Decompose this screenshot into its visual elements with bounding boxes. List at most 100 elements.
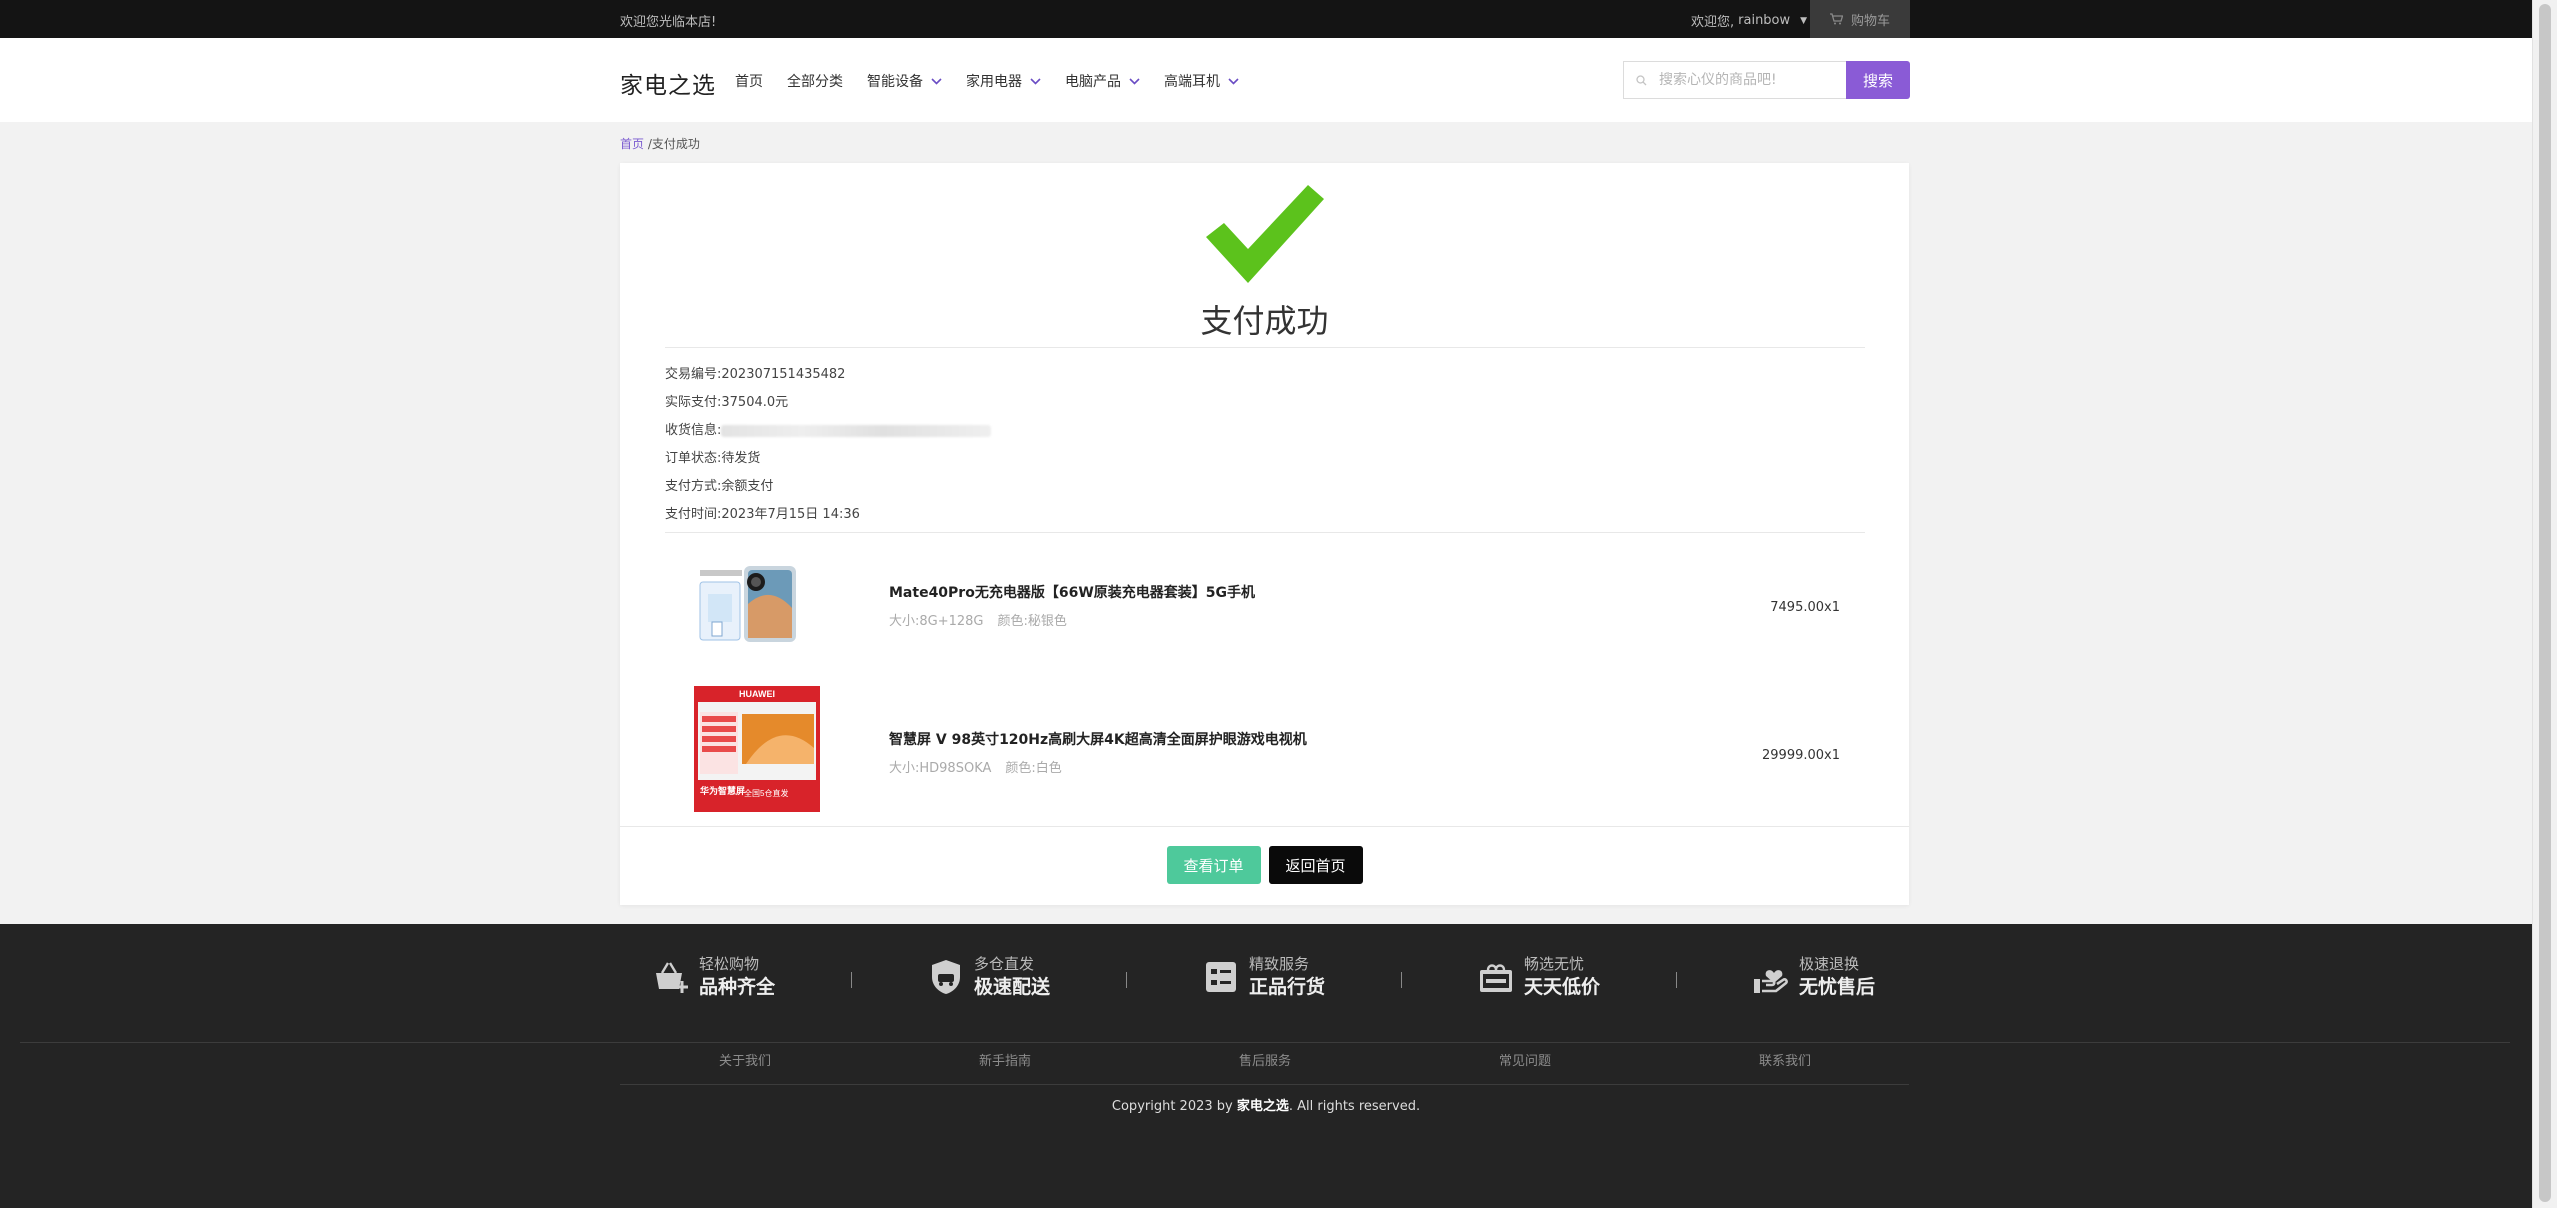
product-name[interactable]: 智慧屏 V 98英寸120Hz高刷大屏4K超高清全面屏护眼游戏电视机 [889,729,1307,749]
back-home-button[interactable]: 返回首页 [1268,846,1363,884]
nav-label: 首页 [735,74,763,90]
site-logo[interactable]: 家电之选 [620,66,716,100]
nav-label: 家用电器 [966,74,1022,90]
order-item: Mate40Pro无充电器版【66W原装充电器套装】5G手机 大小:8G+128… [665,562,1865,652]
search-bar: 搜索 [1623,61,1910,99]
vertical-scrollbar[interactable] [2532,0,2557,1208]
search-icon [1636,74,1647,85]
search-field[interactable] [1623,61,1846,99]
cart-label: 购物车 [1850,13,1890,29]
nav-label: 电脑产品 [1065,74,1121,90]
product-price: 7495.00x1 [1770,600,1840,615]
product-price: 29999.00x1 [1762,748,1840,763]
list-icon [1201,957,1241,997]
user-menu[interactable]: 欢迎您, rainbow ▼ [1691,11,1807,30]
order-item: HUAWEI 华为智慧屏 全国5仓直发 智慧屏 V 98英寸120Hz高刷大屏4… [665,686,1865,812]
footer-link-about[interactable]: 关于我们 [719,1050,771,1069]
product-color: 颜色:秘银色 [997,614,1067,629]
main-nav: 首页 全部分类 智能设备 家用电器 电脑产品 高端耳机 [735,71,1263,91]
feature-small: 轻松购物 [699,955,760,973]
thumb-caption-text: 全国5仓直发 [744,788,788,798]
feature-small: 多仓直发 [974,955,1035,973]
action-buttons: 查看订单 返回首页 [620,846,1909,884]
success-title: 支付成功 [1200,302,1329,340]
feature-item: 精致服务 正品行货 [1201,954,1325,1000]
feature-item: 畅选无忧 天天低价 [1476,954,1600,1000]
heart-hand-icon [1751,957,1791,997]
chevron-down-icon [1030,77,1041,85]
product-size: 大小:HD98SOKA [889,761,992,776]
footer-link-faq[interactable]: 常见问题 [1499,1050,1551,1069]
checkmark-icon [1206,185,1324,283]
header: 家电之选 首页 全部分类 智能设备 家用电器 电脑产品 高端耳机 搜索 [0,38,2532,122]
paid-amount-row: 实际支付:37504.0元 [665,389,991,417]
breadcrumb-home[interactable]: 首页 [620,137,644,151]
paid-amount: 37504.0元 [721,395,789,410]
chevron-down-icon [1129,77,1140,85]
chevron-down-icon [931,77,942,85]
thumb-brand-text: HUAWEI [739,689,775,699]
feature-small: 极速退换 [1799,955,1860,973]
scrollbar-thumb[interactable] [2539,4,2551,1202]
nav-item-smart-devices[interactable]: 智能设备 [867,71,942,91]
nav-item-home-appliances[interactable]: 家用电器 [966,71,1041,91]
welcome-text: 欢迎您光临本店! [620,15,717,30]
redacted-address [721,424,992,437]
payment-method-label: 支付方式: [665,479,722,494]
feature-big: 极速配送 [974,976,1051,998]
trade-number: 202307151435482 [721,367,846,382]
shield-car-icon [926,957,966,997]
view-order-button[interactable]: 查看订单 [1166,846,1261,884]
feature-item: 轻松购物 品种齐全 [651,954,775,1000]
paid-amount-label: 实际支付: [665,395,722,410]
search-button[interactable]: 搜索 [1846,61,1910,99]
shipping-info-row: 收货信息: [665,417,992,445]
cart-button[interactable]: 购物车 [1810,0,1910,38]
order-status: 待发货 [721,451,761,466]
username: rainbow [1738,13,1791,28]
product-color: 颜色:白色 [1005,761,1062,776]
feature-separator [1126,972,1127,988]
product-spec: 大小:8G+128G 颜色:秘银色 [889,610,1081,629]
footer-divider [620,1084,1909,1085]
nav-item-all-categories[interactable]: 全部分类 [787,71,843,91]
feature-small: 畅选无忧 [1524,955,1585,973]
breadcrumb-current: /支付成功 [647,137,700,151]
user-greeting: 欢迎您, [1691,15,1735,30]
copyright: Copyright 2023 by 家电之选. All rights reser… [0,1095,2532,1114]
cart-icon [1829,13,1843,25]
search-input[interactable] [1659,72,1829,88]
nav-label: 高端耳机 [1164,74,1220,90]
nav-item-home[interactable]: 首页 [735,71,763,91]
caret-down-icon: ▼ [1800,15,1808,26]
feature-small: 精致服务 [1249,955,1310,973]
nav-item-computers[interactable]: 电脑产品 [1065,71,1140,91]
copyright-brand: 家电之选 [1236,1099,1289,1114]
product-thumbnail-phone[interactable] [694,564,806,646]
product-size: 大小:8G+128G [889,614,984,629]
feature-separator [1401,972,1402,988]
divider [620,826,1909,827]
product-thumbnail-tv[interactable]: HUAWEI 华为智慧屏 全国5仓直发 [694,686,820,812]
payment-method-row: 支付方式:余额支付 [665,473,991,501]
footer-divider [20,1042,2510,1043]
nav-item-headphones[interactable]: 高端耳机 [1164,71,1239,91]
feature-separator [851,972,852,988]
feature-big: 正品行货 [1249,976,1326,998]
footer-features: 轻松购物品种齐全 多仓直发极速配送 精致服务正品行货 畅选无忧天天低价 [620,954,1909,1004]
footer-link-contact[interactable]: 联系我们 [1759,1050,1811,1069]
product-name[interactable]: Mate40Pro无充电器版【66W原装充电器套装】5G手机 [889,582,1255,602]
gift-box-icon [1476,957,1516,997]
payment-time-row: 支付时间:2023年7月15日 14:36 [665,501,991,529]
trade-number-row: 交易编号:202307151435482 [665,361,991,389]
feature-big: 品种齐全 [699,976,776,998]
thumb-tag-text: 华为智慧屏 [700,785,745,796]
divider [665,347,1865,348]
shipping-info-label: 收货信息: [665,423,722,438]
footer-links: 关于我们 新手指南 售后服务 常见问题 联系我们 [620,1050,1909,1070]
footer-link-guide[interactable]: 新手指南 [979,1050,1031,1069]
footer-link-after-sales[interactable]: 售后服务 [1239,1050,1291,1069]
order-status-row: 订单状态:待发货 [665,445,991,473]
top-bar: 欢迎您光临本店! 欢迎您, rainbow ▼ 购物车 [0,0,2532,38]
nav-label: 全部分类 [787,74,843,90]
